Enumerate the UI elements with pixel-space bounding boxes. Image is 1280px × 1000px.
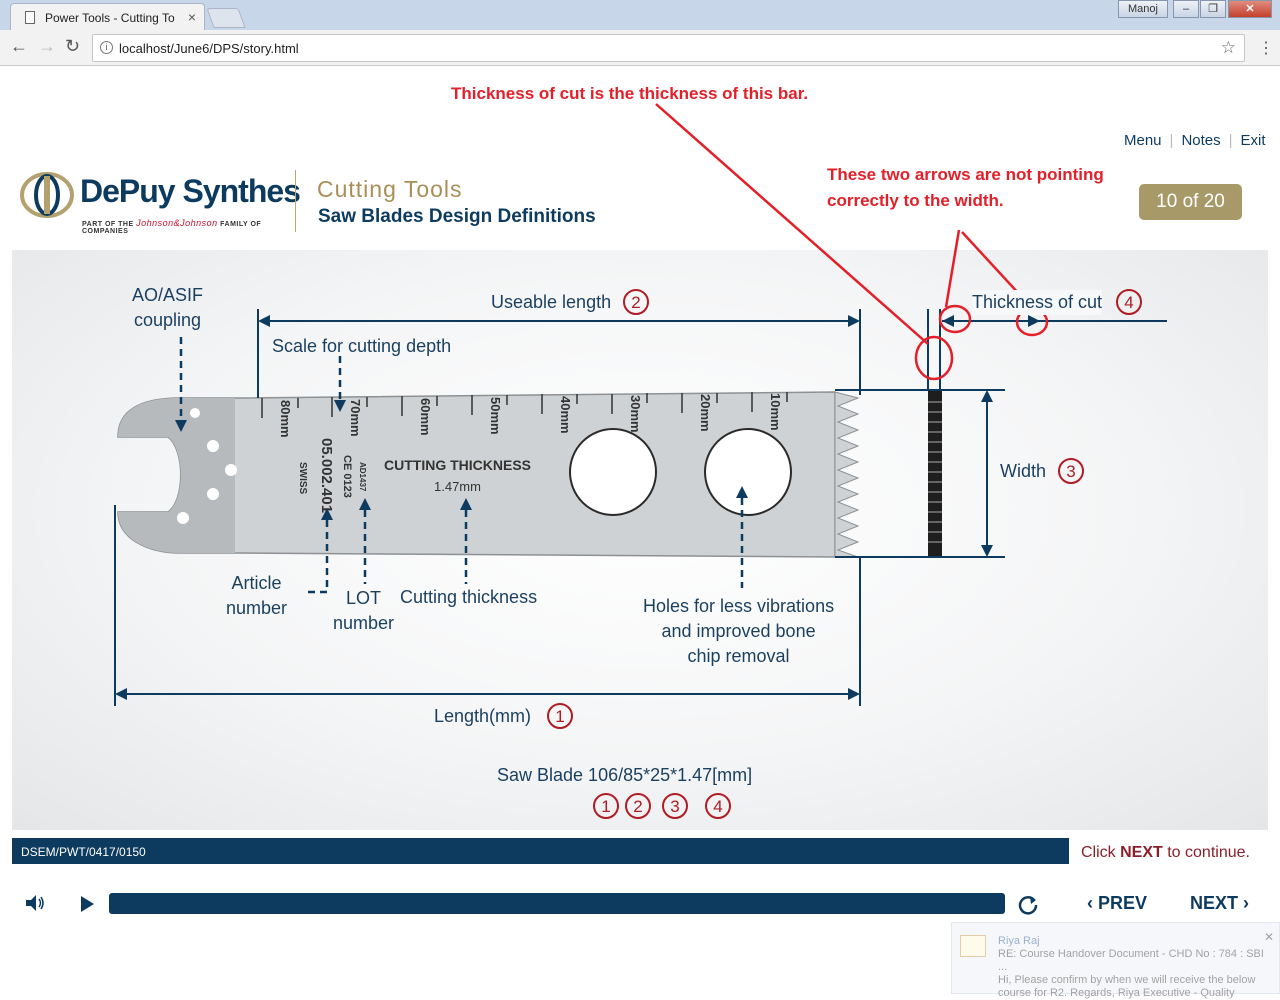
review-markup [655, 103, 1049, 381]
blade-engraving-swiss: SWISS [297, 462, 308, 495]
prev-button[interactable]: ‹ PREV [1087, 893, 1147, 914]
label-cutting-thickness: Cutting thickness [400, 587, 538, 607]
callout-number-4: 4 [1124, 293, 1133, 312]
label-lot-number: LOT number [333, 588, 395, 633]
formula-number: 4 [713, 797, 722, 816]
saw-blade-image [117, 391, 860, 558]
saw-blade-formula: Saw Blade 106/85*25*1.47[mm] [497, 765, 753, 785]
replay-icon[interactable] [1017, 893, 1039, 915]
blade-engraving-lot: AD1437 [358, 462, 367, 492]
label-thickness-of-cut: Thickness of cut [972, 290, 1103, 315]
scale-mark: 10mm [768, 393, 783, 431]
scale-mark: 40mm [558, 396, 573, 434]
label-width: Width [1000, 461, 1047, 481]
label-length: Length(mm) [434, 706, 532, 726]
callout-number-3: 3 [1066, 462, 1075, 481]
callout-number-2: 2 [631, 293, 640, 312]
label-useable-length: Useable length [491, 292, 612, 312]
seek-bar[interactable] [109, 893, 1005, 914]
footer-code-bar: DSEM/PWT/0417/0150 [12, 838, 1069, 864]
callout-number-1: 1 [555, 707, 564, 726]
formula-number: 1 [601, 797, 610, 816]
label-article-number: Article number [226, 573, 288, 618]
label-scale-cutting-depth: Scale for cutting depth [272, 336, 452, 356]
formula-number: 3 [670, 797, 679, 816]
notification-close-icon[interactable]: ✕ [1264, 931, 1274, 944]
continue-hint: Click NEXT to continue. [1081, 844, 1250, 861]
blade-engraving-ce: CE 0123 [341, 455, 353, 498]
formula-number: 2 [633, 797, 642, 816]
chevron-right-icon: › [1243, 893, 1250, 913]
volume-icon[interactable] [24, 893, 46, 913]
play-icon[interactable] [78, 894, 96, 914]
blade-engraving-cutting: CUTTING THICKNESS [384, 457, 531, 473]
notification-sender: Riya Raj [998, 935, 1040, 947]
scale-mark: 60mm [418, 398, 433, 436]
notification-body: RE: Course Handover Document - CHD No : … [998, 948, 1264, 999]
scale-mark: 70mm [348, 399, 363, 437]
scale-mark: 30mm [628, 395, 643, 433]
chevron-left-icon: ‹ [1087, 893, 1093, 913]
scale-mark: 20mm [698, 394, 713, 432]
email-notification[interactable]: Riya Raj RE: Course Handover Document - … [951, 922, 1280, 999]
blade-engraving-article: 05.002.401 [318, 438, 335, 513]
mail-icon [960, 935, 986, 957]
blade-engraving-value: 1.47mm [434, 479, 481, 494]
next-button[interactable]: NEXT › [1190, 893, 1249, 914]
scale-mark: 80mm [278, 400, 293, 438]
label-ao-coupling: AO/ASIF coupling [132, 285, 204, 330]
label-holes: Holes for less vibrations and improved bo… [643, 596, 835, 666]
scale-mark: 50mm [488, 397, 503, 435]
